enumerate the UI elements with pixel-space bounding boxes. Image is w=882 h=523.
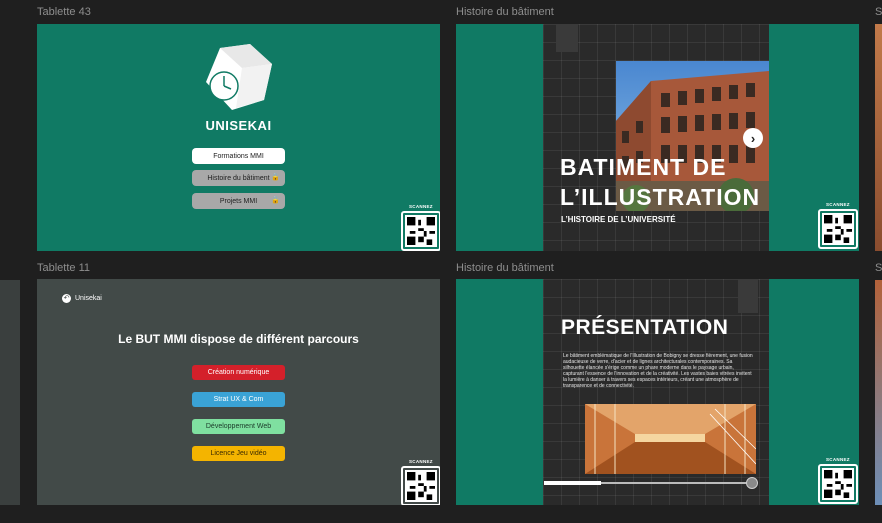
back-label: Unisekai (75, 295, 102, 302)
progress-track[interactable] (544, 481, 756, 485)
partial-frame-title[interactable]: S (875, 6, 882, 18)
progress-fill (544, 481, 602, 485)
frame-title-tablette-43[interactable]: Tablette 43 (37, 6, 91, 18)
frame-histoire-batiment-1[interactable]: › BATIMENT DE L’ILLUSTRATION L’HISTOIRE … (456, 24, 859, 251)
projets-mmi-button[interactable]: Projets MMI 🔒 (192, 193, 285, 209)
lock-icon: 🔒 (271, 174, 280, 181)
parcours-label: Licence Jeu vidéo (210, 450, 267, 457)
frame-title-tablette-11[interactable]: Tablette 11 (37, 262, 90, 274)
presentation-heading: PRÉSENTATION (561, 316, 729, 339)
clock-cube-logo (202, 42, 274, 112)
partial-frame-left[interactable] (0, 280, 20, 505)
brand-name: UNISEKAI (205, 118, 272, 133)
histoire-batiment-button[interactable]: Histoire du bâtiment 🔒 (192, 170, 285, 186)
histoire-label: Histoire du bâtiment (207, 174, 270, 182)
presentation-paragraph: Le bâtiment emblématique de l'Illustrati… (563, 353, 753, 389)
frame-tablette-11[interactable]: ↶ Unisekai Le BUT MMI dispose de différe… (37, 279, 440, 505)
qr-label: SCANNEZ (409, 459, 433, 464)
frame-title-histoire-1[interactable]: Histoire du bâtiment (456, 6, 554, 18)
partial-frame-title[interactable]: S (875, 262, 882, 274)
frame-histoire-batiment-2[interactable]: PRÉSENTATION Le bâtiment emblématique de… (456, 279, 859, 505)
next-arrow-button[interactable]: › (743, 128, 763, 148)
subheading: L’HISTOIRE DE L’UNIVERSITÉ (561, 215, 676, 224)
heading-line1: BATIMENT DE (560, 154, 727, 180)
qr-code-icon (405, 215, 437, 247)
parcours-heading: Le BUT MMI dispose de différent parcours (118, 332, 359, 346)
qr-label: SCANNEZ (409, 204, 433, 209)
qr-label: SCANNEZ (826, 202, 850, 207)
parcours-label: Création numérique (207, 369, 270, 376)
qr-code-icon (822, 213, 854, 245)
formations-label: Formations MMI (213, 152, 264, 160)
parcours-strat-ux-button[interactable]: Strat UX & Com (192, 392, 285, 407)
progress-handle[interactable] (746, 477, 758, 489)
parcours-jeu-video-button[interactable]: Licence Jeu vidéo (192, 446, 285, 461)
dark-accent-block (738, 279, 758, 313)
design-canvas: Tablette 43 UNISEKAI Formations MMI Hist… (0, 0, 882, 523)
frame-title-histoire-2[interactable]: Histoire du bâtiment (456, 262, 554, 274)
qr-code-icon (405, 470, 437, 502)
dark-accent-block (556, 24, 578, 52)
parcours-creation-numerique-button[interactable]: Création numérique (192, 365, 285, 380)
partial-frame-right-bottom[interactable] (875, 280, 882, 505)
qr-code-icon (822, 468, 854, 500)
parcours-dev-web-button[interactable]: Développement Web (192, 419, 285, 434)
parcours-label: Strat UX & Com (213, 396, 264, 403)
qr-label: SCANNEZ (826, 457, 850, 462)
parcours-label: Développement Web (205, 423, 272, 430)
partial-frame-right-top[interactable] (875, 24, 882, 251)
interior-photo (585, 404, 756, 474)
heading-line2: L’ILLUSTRATION (560, 184, 761, 210)
back-arrow-icon: ↶ (62, 294, 71, 303)
lock-icon: 🔒 (271, 197, 280, 204)
back-button[interactable]: ↶ Unisekai (62, 294, 102, 303)
formations-mmi-button[interactable]: Formations MMI (192, 148, 285, 164)
projets-label: Projets MMI (219, 197, 258, 205)
frame-tablette-43[interactable]: UNISEKAI Formations MMI Histoire du bâti… (37, 24, 440, 251)
